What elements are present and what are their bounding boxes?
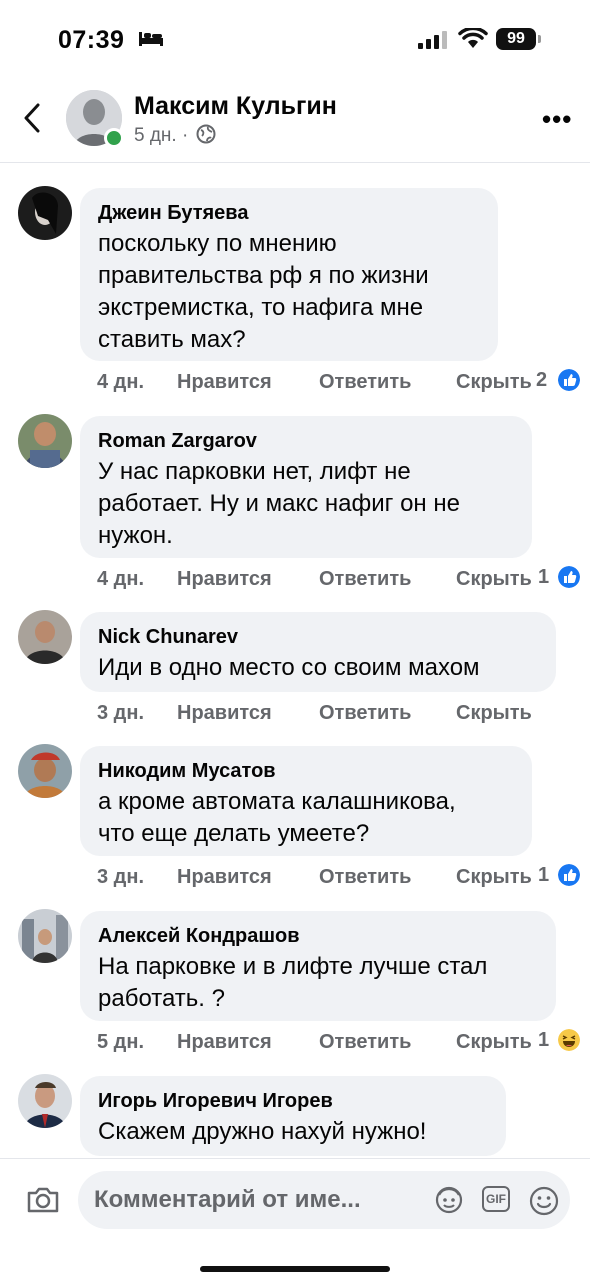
haha-reaction-icon	[558, 1029, 580, 1051]
like-button[interactable]: Нравится	[177, 866, 319, 889]
reply-button[interactable]: Ответить	[319, 702, 456, 725]
comment-author[interactable]: Никодим Мусатов	[98, 758, 514, 784]
reaction-count[interactable]: 1	[538, 566, 549, 589]
cellular-signal-icon	[418, 31, 447, 49]
comment-text: У нас парковки нет, лифт не работает. Ну …	[98, 458, 460, 549]
comment-age: 4 дн.	[97, 568, 145, 590]
globe-icon	[196, 124, 216, 144]
home-indicator[interactable]	[200, 1266, 390, 1272]
comment-age: 4 дн.	[97, 371, 145, 393]
comment-composer: Комментарий от име... GIF	[0, 1158, 590, 1281]
comment-bubble[interactable]: Игорь Игоревич Игорев Скажем дружно наху…	[80, 1076, 506, 1156]
chevron-left-icon[interactable]	[18, 100, 48, 136]
comment-author[interactable]: Алексей Кондрашов	[98, 923, 538, 949]
battery-indicator: 99	[496, 28, 536, 50]
battery-cap	[538, 35, 541, 43]
comment-bubble[interactable]: Джеин Бутяева поскольку по мнению правите…	[80, 188, 498, 361]
comment-text: поскольку по мнению правительства рф я по…	[98, 230, 429, 353]
author-name[interactable]: Максим Кульгин	[134, 92, 337, 121]
reply-button[interactable]: Ответить	[319, 568, 456, 591]
reaction-count[interactable]: 2	[536, 369, 547, 392]
sleep-focus-icon	[139, 32, 163, 46]
status-time: 07:39	[58, 26, 125, 54]
reply-button[interactable]: Ответить	[319, 1031, 456, 1054]
post-header: Максим Кульгин 5 дн. · •••	[0, 80, 590, 163]
comment-age: 3 дн.	[97, 866, 145, 888]
comment-age: 5 дн.	[97, 1031, 145, 1053]
post-age: 5 дн. ·	[134, 125, 189, 146]
hide-button[interactable]: Скрыть	[456, 371, 532, 394]
like-button[interactable]: Нравится	[177, 371, 319, 394]
comment-bubble[interactable]: Алексей Кондрашов На парковке и в лифте …	[80, 911, 556, 1021]
reaction-count[interactable]: 1	[538, 864, 549, 887]
like-reaction-icon	[558, 864, 580, 886]
commenter-avatar[interactable]	[18, 744, 72, 798]
reaction-count[interactable]: 1	[538, 1029, 549, 1052]
comment-input-placeholder: Комментарий от име...	[94, 1186, 361, 1213]
hide-button[interactable]: Скрыть	[456, 866, 532, 889]
gif-label: GIF	[486, 1192, 506, 1206]
comment-author[interactable]: Nick Chunarev	[98, 624, 538, 650]
more-options-button[interactable]: •••	[542, 104, 572, 135]
like-reaction-icon	[558, 566, 580, 588]
comment-actions: 4 дн. Нравится Ответить Скрыть	[97, 568, 532, 591]
like-button[interactable]: Нравится	[177, 1031, 319, 1054]
comment-text: Скажем дружно нахуй нужно!	[98, 1118, 427, 1145]
online-status-dot	[104, 128, 124, 148]
comment-actions: 4 дн. Нравится Ответить Скрыть	[97, 371, 532, 394]
like-reaction-icon	[558, 369, 580, 391]
gif-icon[interactable]: GIF	[482, 1186, 510, 1212]
camera-icon[interactable]	[26, 1185, 60, 1215]
hide-button[interactable]: Скрыть	[456, 568, 532, 591]
comment-bubble[interactable]: Никодим Мусатов а кроме автомата калашни…	[80, 746, 532, 856]
hide-button[interactable]: Скрыть	[456, 1031, 532, 1054]
comment-text: а кроме автомата калашникова, что еще дел…	[98, 788, 456, 847]
commenter-avatar[interactable]	[18, 610, 72, 664]
wifi-icon	[458, 28, 488, 48]
post-meta: 5 дн. ·	[134, 124, 216, 147]
comment-author[interactable]: Игорь Игоревич Игорев	[98, 1088, 488, 1114]
commenter-avatar[interactable]	[18, 414, 72, 468]
comment-actions: 3 дн. Нравится Ответить Скрыть	[97, 702, 532, 725]
hide-button[interactable]: Скрыть	[456, 702, 532, 725]
emoji-icon[interactable]	[528, 1185, 560, 1217]
comment-bubble[interactable]: Nick Chunarev Иди в одно место со своим …	[80, 612, 556, 692]
comment-actions: 3 дн. Нравится Ответить Скрыть	[97, 866, 532, 889]
comment-bubble[interactable]: Roman Zargarov У нас парковки нет, лифт …	[80, 416, 532, 558]
comment-text: На парковке и в лифте лучше стал работать…	[98, 953, 488, 1012]
commenter-avatar[interactable]	[18, 909, 72, 963]
avatar-sticker-icon[interactable]	[433, 1185, 465, 1215]
comment-author[interactable]: Джеин Бутяева	[98, 200, 480, 226]
reply-button[interactable]: Ответить	[319, 866, 456, 889]
like-button[interactable]: Нравится	[177, 702, 319, 725]
comment-text: Иди в одно место со своим махом	[98, 654, 480, 681]
commenter-avatar[interactable]	[18, 1074, 72, 1128]
like-button[interactable]: Нравится	[177, 568, 319, 591]
reply-button[interactable]: Ответить	[319, 371, 456, 394]
comment-actions: 5 дн. Нравится Ответить Скрыть	[97, 1031, 532, 1054]
comment-author[interactable]: Roman Zargarov	[98, 428, 514, 454]
commenter-avatar[interactable]	[18, 186, 72, 240]
status-bar: 07:39 99	[0, 0, 590, 80]
comment-age: 3 дн.	[97, 702, 145, 724]
comment-input[interactable]: Комментарий от име... GIF	[78, 1171, 570, 1229]
